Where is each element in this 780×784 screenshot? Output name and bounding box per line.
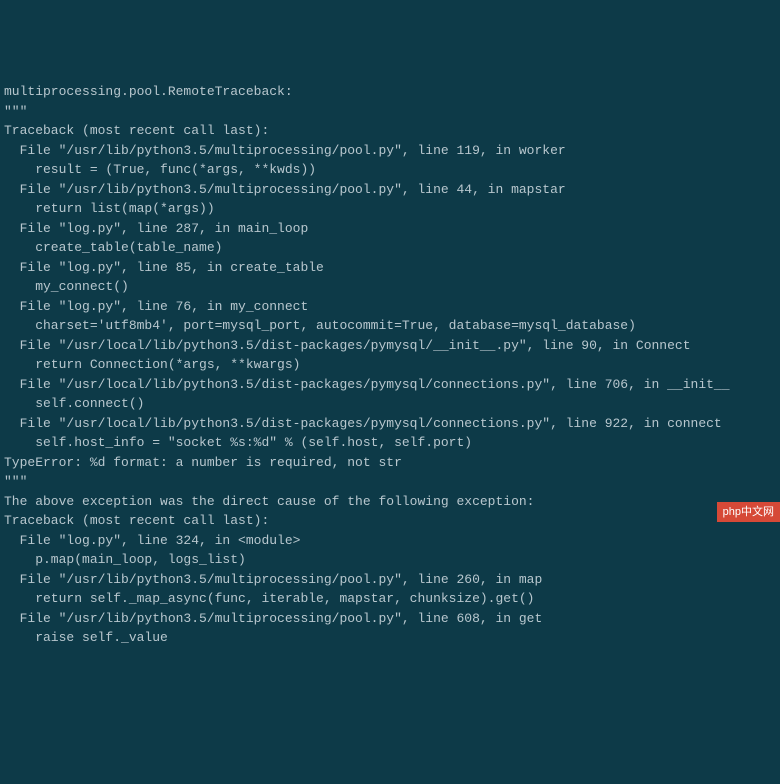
traceback-line: File "/usr/local/lib/python3.5/dist-pack… xyxy=(4,375,776,395)
traceback-line: p.map(main_loop, logs_list) xyxy=(4,550,776,570)
terminal-output: multiprocessing.pool.RemoteTraceback:"""… xyxy=(4,82,776,648)
traceback-line: """ xyxy=(4,102,776,122)
traceback-line: File "/usr/local/lib/python3.5/dist-pack… xyxy=(4,336,776,356)
traceback-line: File "/usr/local/lib/python3.5/dist-pack… xyxy=(4,414,776,434)
traceback-line: File "/usr/lib/python3.5/multiprocessing… xyxy=(4,180,776,200)
traceback-line: result = (True, func(*args, **kwds)) xyxy=(4,160,776,180)
traceback-line: Traceback (most recent call last): xyxy=(4,121,776,141)
traceback-line: self.connect() xyxy=(4,394,776,414)
traceback-line: raise self._value xyxy=(4,628,776,648)
traceback-line: self.host_info = "socket %s:%d" % (self.… xyxy=(4,433,776,453)
traceback-line: File "/usr/lib/python3.5/multiprocessing… xyxy=(4,609,776,629)
traceback-line: File "log.py", line 85, in create_table xyxy=(4,258,776,278)
watermark-badge: php中文网 xyxy=(717,502,780,523)
traceback-line: File "/usr/lib/python3.5/multiprocessing… xyxy=(4,141,776,161)
traceback-line: charset='utf8mb4', port=mysql_port, auto… xyxy=(4,316,776,336)
traceback-line: return self._map_async(func, iterable, m… xyxy=(4,589,776,609)
traceback-line: create_table(table_name) xyxy=(4,238,776,258)
traceback-line: return list(map(*args)) xyxy=(4,199,776,219)
traceback-line: return Connection(*args, **kwargs) xyxy=(4,355,776,375)
traceback-line: File "log.py", line 76, in my_connect xyxy=(4,297,776,317)
traceback-line: The above exception was the direct cause… xyxy=(4,492,776,512)
traceback-line: """ xyxy=(4,472,776,492)
traceback-line: File "log.py", line 324, in <module> xyxy=(4,531,776,551)
traceback-line: File "/usr/lib/python3.5/multiprocessing… xyxy=(4,570,776,590)
traceback-line: multiprocessing.pool.RemoteTraceback: xyxy=(4,82,776,102)
traceback-line: Traceback (most recent call last): xyxy=(4,511,776,531)
traceback-line: TypeError: %d format: a number is requir… xyxy=(4,453,776,473)
traceback-line: my_connect() xyxy=(4,277,776,297)
traceback-line: File "log.py", line 287, in main_loop xyxy=(4,219,776,239)
